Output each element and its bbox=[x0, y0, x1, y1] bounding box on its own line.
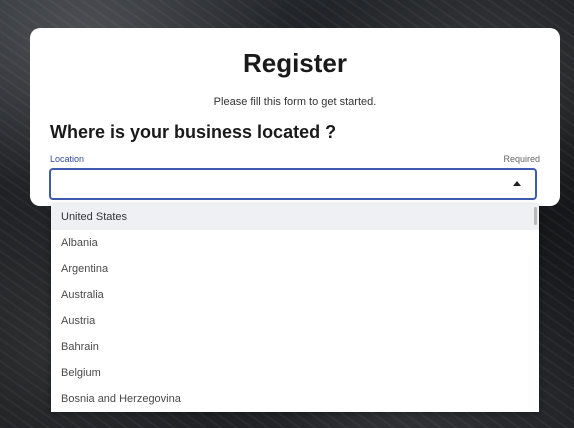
chevron-up-icon[interactable] bbox=[513, 181, 521, 186]
option-australia[interactable]: Australia bbox=[51, 282, 539, 308]
option-argentina[interactable]: Argentina bbox=[51, 256, 539, 282]
dropdown-scrollbar[interactable] bbox=[534, 207, 537, 225]
option-united-states[interactable]: United States bbox=[51, 204, 539, 230]
option-bosnia-and-herzegovina[interactable]: Bosnia and Herzegovina bbox=[51, 386, 539, 412]
option-belgium[interactable]: Belgium bbox=[51, 360, 539, 386]
page-title: Register bbox=[242, 48, 348, 78]
option-bahrain[interactable]: Bahrain bbox=[51, 334, 539, 360]
option-albania[interactable]: Albania bbox=[51, 230, 539, 256]
location-field-label: Location bbox=[50, 154, 85, 164]
page-subtitle: Please fill this form to get started. bbox=[213, 96, 377, 108]
option-austria[interactable]: Austria bbox=[51, 308, 539, 334]
required-label: Required bbox=[503, 154, 540, 164]
location-select[interactable] bbox=[49, 168, 537, 200]
location-dropdown[interactable]: United States Albania Argentina Australi… bbox=[51, 204, 539, 412]
register-card: Register Please fill this form to get st… bbox=[30, 28, 560, 206]
location-question: Where is your business located ? bbox=[50, 122, 337, 142]
